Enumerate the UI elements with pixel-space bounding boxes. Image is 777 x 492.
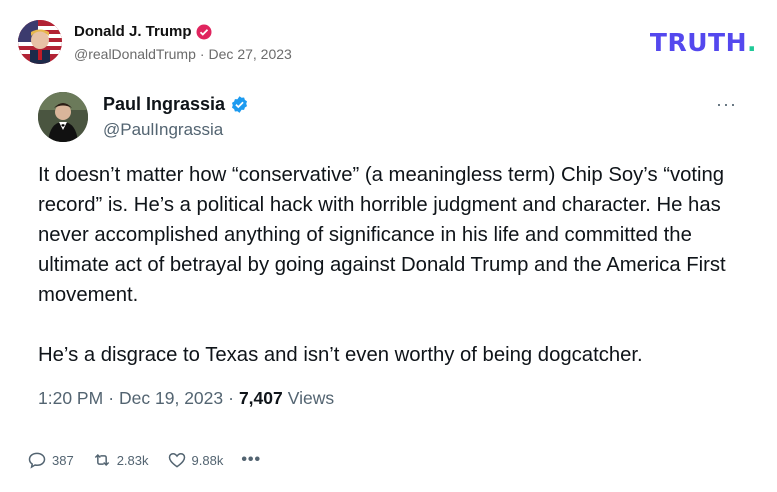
like-icon — [168, 452, 185, 468]
tweet-time[interactable]: 1:20 PM — [38, 388, 103, 409]
separator: · — [199, 46, 205, 62]
tweet-paragraph: He’s a disgrace to Texas and isn’t even … — [38, 344, 643, 366]
tweet-meta: 1:20 PM · Dec 19, 2023 · 7,407 Views — [38, 388, 334, 409]
tweet-date[interactable]: Dec 19, 2023 — [119, 388, 223, 409]
truth-avatar[interactable] — [18, 20, 62, 64]
truth-social-logo: TRUTH. — [649, 28, 757, 57]
views-count: 7,407 — [238, 388, 283, 408]
reply-icon — [28, 452, 46, 469]
separator: · — [228, 388, 234, 408]
repost-button[interactable]: 2.83k — [92, 450, 149, 470]
tweet-author-name[interactable]: Paul Ingrassia — [103, 94, 225, 115]
tweet-author-handle[interactable]: @PaulIngrassia — [103, 120, 223, 140]
truth-author-handle[interactable]: @realDonaldTrump — [74, 46, 196, 62]
tweet-paragraph: It doesn’t matter how “conservative” (a … — [38, 164, 726, 306]
verified-badge-icon — [232, 96, 248, 113]
separator: · — [108, 388, 115, 408]
repost-count: 2.83k — [116, 452, 149, 468]
reply-button[interactable]: 387 — [27, 450, 74, 470]
truth-author-name[interactable]: Donald J. Trump — [74, 23, 192, 40]
truth-post-header: Donald J. Trump @realDonaldTrump · Dec 2… — [0, 0, 777, 80]
more-icon[interactable]: ··· — [716, 94, 737, 115]
views-label: Views — [287, 388, 335, 408]
verified-badge-icon — [196, 24, 212, 39]
embedded-tweet[interactable]: Paul Ingrassia @PaulIngrassia ··· It doe… — [0, 80, 777, 492]
tweet-text: It doesn’t matter how “conservative” (a … — [38, 160, 753, 370]
like-button[interactable]: 9.88k — [167, 450, 224, 470]
more-icon: ••• — [241, 451, 262, 468]
tweet-avatar[interactable] — [38, 92, 88, 142]
truth-post-date[interactable]: Dec 27, 2023 — [209, 46, 292, 62]
like-count: 9.88k — [191, 452, 224, 468]
more-actions-button[interactable]: ••• — [241, 451, 261, 469]
repost-icon — [94, 453, 109, 467]
tweet-actions: 387 2.83k 9.88k ••• — [27, 450, 279, 470]
reply-count: 387 — [52, 452, 74, 468]
